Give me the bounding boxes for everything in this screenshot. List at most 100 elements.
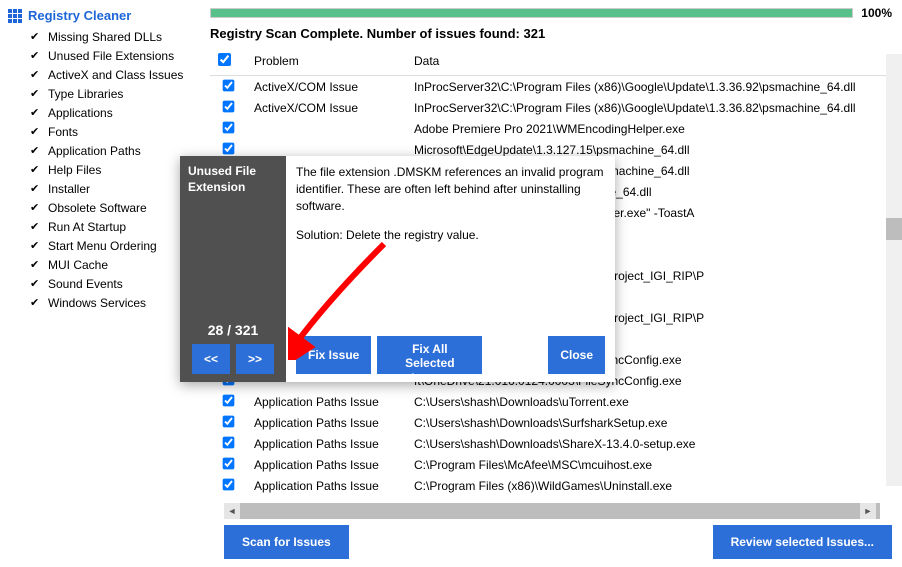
sidebar-item-label: Missing Shared DLLs bbox=[48, 30, 162, 44]
row-checkbox[interactable] bbox=[210, 391, 246, 412]
check-icon: ✔ bbox=[30, 220, 40, 233]
progress-percent: 100% bbox=[861, 6, 892, 20]
cell-data: C:\Users\shash\Downloads\uTorrent.exe bbox=[406, 391, 892, 412]
check-icon: ✔ bbox=[30, 258, 40, 271]
cell-data: C:\Users\shash\Downloads\SurfsharkSetup.… bbox=[406, 412, 892, 433]
column-problem[interactable]: Problem bbox=[246, 47, 406, 76]
sidebar-item[interactable]: ✔ Missing Shared DLLs bbox=[6, 27, 200, 46]
horizontal-scrollbar[interactable]: ◄ ► bbox=[224, 503, 876, 519]
table-row[interactable]: Application Paths IssueC:\Users\shash\Do… bbox=[210, 433, 892, 454]
sidebar-item-label: Help Files bbox=[48, 163, 101, 177]
table-row[interactable]: Application Paths IssueC:\Program Files … bbox=[210, 475, 892, 496]
row-checkbox[interactable] bbox=[210, 412, 246, 433]
progress-bar bbox=[210, 8, 853, 18]
sidebar-item[interactable]: ✔Start Menu Ordering bbox=[6, 236, 200, 255]
cell-data: InProcServer32\C:\Program Files (x86)\Go… bbox=[406, 76, 892, 98]
column-data[interactable]: Data bbox=[406, 47, 892, 76]
check-icon: ✔ bbox=[30, 68, 40, 81]
check-icon: ✔ bbox=[30, 87, 40, 100]
review-selected-issues-button[interactable]: Review selected Issues... bbox=[713, 525, 892, 559]
cell-data: InProcServer32\C:\Program Files (x86)\Go… bbox=[406, 97, 892, 118]
sidebar-item[interactable]: ✔ Applications bbox=[6, 103, 200, 122]
sidebar-item[interactable]: ✔ Run At Startup bbox=[6, 217, 200, 236]
cell-problem: ActiveX/COM Issue bbox=[246, 76, 406, 98]
check-icon: ✔ bbox=[30, 201, 40, 214]
sidebar-item-label: Run At Startup bbox=[48, 220, 126, 234]
horizontal-scrollbar-thumb[interactable] bbox=[240, 503, 880, 519]
sidebar-item-label: Sound Events bbox=[48, 277, 123, 291]
sidebar: Registry Cleaner ✔ Missing Shared DLLs ✔ Un… bbox=[0, 0, 200, 567]
row-checkbox[interactable] bbox=[210, 118, 246, 139]
cell-problem: Application Paths Issue bbox=[246, 454, 406, 475]
sidebar-item-label: Type Libraries bbox=[48, 87, 123, 101]
check-icon: ✔ bbox=[30, 296, 40, 309]
check-icon: ✔ bbox=[30, 239, 40, 252]
sidebar-item[interactable]: ✔ Type Libraries bbox=[6, 84, 200, 103]
fix-all-selected-button[interactable]: Fix All Selected Issues bbox=[377, 336, 482, 374]
popup-title: Unused File Extension bbox=[188, 164, 278, 195]
vertical-scrollbar-thumb[interactable] bbox=[886, 218, 902, 240]
scan-for-issues-button[interactable]: Scan for Issues bbox=[224, 525, 349, 559]
sidebar-item[interactable]: ✔ Fonts bbox=[6, 122, 200, 141]
sidebar-item-label: MUI Cache bbox=[48, 258, 108, 272]
table-row[interactable]: ActiveX/COM IssueInProcServer32\C:\Progr… bbox=[210, 76, 892, 98]
check-icon: ✔ bbox=[30, 30, 40, 43]
sidebar-item-label: Unused File Extensions bbox=[48, 49, 174, 63]
sidebar-item[interactable]: ✔Application Paths bbox=[6, 141, 200, 160]
sidebar-item[interactable]: ✔ Unused File Extensions bbox=[6, 46, 200, 65]
check-icon: ✔ bbox=[30, 49, 40, 62]
issue-detail-popup: Unused File Extension 28 / 321 << >> The… bbox=[180, 156, 615, 382]
row-checkbox[interactable] bbox=[210, 97, 246, 118]
cell-problem: ActiveX/COM Issue bbox=[246, 97, 406, 118]
popup-counter: 28 / 321 bbox=[188, 322, 278, 338]
cell-data: C:\Users\shash\Downloads\ShareX-13.4.0-s… bbox=[406, 433, 892, 454]
table-row[interactable]: Application Paths IssueC:\Program Files\… bbox=[210, 454, 892, 475]
sidebar-item[interactable]: ✔ Installer bbox=[6, 179, 200, 198]
fix-issue-button[interactable]: Fix Issue bbox=[296, 336, 371, 374]
close-popup-button[interactable]: Close bbox=[548, 336, 605, 374]
cell-data: Adobe Premiere Pro 2021\WMEncodingHelper… bbox=[406, 118, 892, 139]
cell-problem: Application Paths Issue bbox=[246, 391, 406, 412]
sidebar-item-label: Obsolete Software bbox=[48, 201, 147, 215]
check-icon: ✔ bbox=[30, 125, 40, 138]
header-checkbox[interactable] bbox=[210, 47, 246, 76]
sidebar-item-label: Fonts bbox=[48, 125, 78, 139]
check-icon: ✔ bbox=[30, 277, 40, 290]
sidebar-item[interactable]: ✔ ActiveX and Class Issues bbox=[6, 65, 200, 84]
sidebar-item[interactable]: ✔ Obsolete Software bbox=[6, 198, 200, 217]
sidebar-item-label: Applications bbox=[48, 106, 113, 120]
table-row[interactable]: ActiveX/COM IssueInProcServer32\C:\Progr… bbox=[210, 97, 892, 118]
sidebar-title-label: Registry Cleaner bbox=[28, 8, 131, 23]
sidebar-item[interactable]: ✔ Sound Events bbox=[6, 274, 200, 293]
sidebar-item[interactable]: ✔ MUI Cache bbox=[6, 255, 200, 274]
table-row[interactable]: Application Paths IssueC:\Users\shash\Do… bbox=[210, 391, 892, 412]
check-icon: ✔ bbox=[30, 182, 40, 195]
table-row[interactable]: Application Paths IssueC:\Users\shash\Do… bbox=[210, 412, 892, 433]
grid-icon bbox=[8, 9, 22, 23]
scan-result: Registry Scan Complete. Number of issues… bbox=[210, 26, 892, 41]
sidebar-item-label: Installer bbox=[48, 182, 90, 196]
sidebar-item[interactable]: ✔ Windows Services bbox=[6, 293, 200, 312]
cell-data: C:\Program Files\McAfee\MSC\mcuihost.exe bbox=[406, 454, 892, 475]
sidebar-title: Registry Cleaner bbox=[6, 6, 200, 27]
row-checkbox[interactable] bbox=[210, 454, 246, 475]
popup-next-button[interactable]: >> bbox=[236, 344, 274, 374]
hscroll-left[interactable]: ◄ bbox=[224, 503, 240, 519]
hscroll-right[interactable]: ► bbox=[860, 503, 876, 519]
cell-data: C:\Program Files (x86)\WildGames\Uninsta… bbox=[406, 475, 892, 496]
cell-problem: Application Paths Issue bbox=[246, 475, 406, 496]
sidebar-item-label: ActiveX and Class Issues bbox=[48, 68, 183, 82]
popup-prev-button[interactable]: << bbox=[192, 344, 230, 374]
sidebar-item-label: Application Paths bbox=[48, 144, 141, 158]
popup-description: The file extension .DMSKM references an … bbox=[296, 164, 605, 214]
popup-solution: Solution: Delete the registry value. bbox=[296, 228, 605, 242]
cell-problem: Application Paths Issue bbox=[246, 412, 406, 433]
sidebar-item[interactable]: ✔Help Files bbox=[6, 160, 200, 179]
table-row[interactable]: Adobe Premiere Pro 2021\WMEncodingHelper… bbox=[210, 118, 892, 139]
row-checkbox[interactable] bbox=[210, 475, 246, 496]
sidebar-item-label: Windows Services bbox=[48, 296, 146, 310]
vertical-scrollbar[interactable] bbox=[886, 54, 902, 486]
row-checkbox[interactable] bbox=[210, 433, 246, 454]
row-checkbox[interactable] bbox=[210, 76, 246, 98]
check-icon: ✔ bbox=[30, 106, 40, 119]
